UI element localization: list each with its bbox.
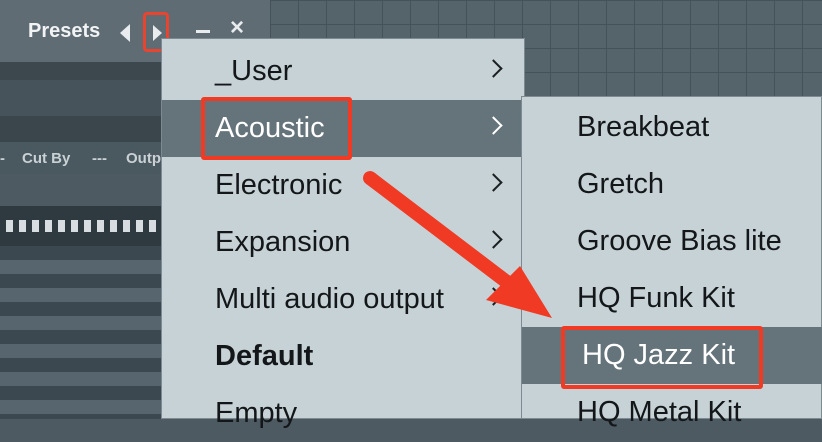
- channel-rows: [0, 246, 166, 419]
- chevron-right-icon: [484, 287, 503, 306]
- chevron-right-icon: [484, 59, 503, 78]
- menu-item-expansion[interactable]: Expansion: [162, 214, 524, 271]
- menu-item-multi-audio-output[interactable]: Multi audio output: [162, 271, 524, 328]
- minimize-icon[interactable]: [196, 30, 210, 33]
- column-header-dashes: ---: [92, 150, 107, 167]
- step-sequencer-row: [0, 206, 166, 246]
- column-header: - Cut By --- Output: [0, 142, 175, 174]
- column-header-cut-by: Cut By: [22, 150, 71, 167]
- toolbar-strip: [0, 62, 166, 80]
- close-icon[interactable]: ×: [230, 16, 244, 40]
- submenu-item-breakbeat[interactable]: Breakbeat: [522, 99, 822, 156]
- chevron-right-icon: [484, 116, 503, 135]
- highlight-box-acoustic: [201, 97, 352, 160]
- toolbar-strip-3: [0, 116, 166, 142]
- chevron-right-icon: [484, 230, 503, 249]
- submenu-item-hq-metal-kit[interactable]: HQ Metal Kit: [522, 384, 822, 441]
- menu-item-user[interactable]: _User: [162, 43, 524, 100]
- column-header-dash: -: [0, 150, 5, 167]
- presets-menu: _User Acoustic Electronic Expansion Mult…: [161, 38, 525, 429]
- menu-item-electronic[interactable]: Electronic: [162, 157, 524, 214]
- menu-item-empty[interactable]: Empty: [162, 385, 524, 442]
- submenu-item-groove-bias-lite[interactable]: Groove Bias lite: [522, 213, 822, 270]
- submenu-item-gretch[interactable]: Gretch: [522, 156, 822, 213]
- highlight-box-hq-jazz-kit: [561, 326, 763, 389]
- menu-item-default[interactable]: Default: [162, 328, 524, 385]
- chevron-right-icon: [484, 173, 503, 192]
- submenu-item-hq-funk-kit[interactable]: HQ Funk Kit: [522, 270, 822, 327]
- toolbar-strip-2: [0, 80, 166, 116]
- window-title: Presets: [28, 20, 101, 42]
- triangle-left-icon[interactable]: [120, 24, 130, 42]
